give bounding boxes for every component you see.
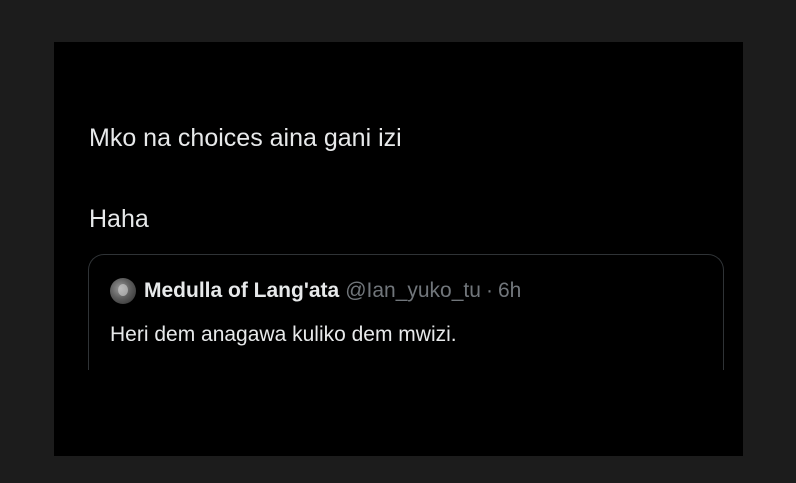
avatar[interactable] [110,278,136,304]
quoted-tweet-text: Heri dem anagawa kuliko dem mwizi. [110,323,457,346]
quoted-display-name[interactable]: Medulla of Lang'ata [144,279,339,303]
tweet-card: Mko na choices aina gani izi Haha Medull… [54,42,743,456]
tweet-text-line-1: Mko na choices aina gani izi [89,124,402,152]
quoted-timestamp[interactable]: 6h [498,279,521,303]
quoted-tweet-header: Medulla of Lang'ata @Ian_yuko_tu · 6h [110,278,521,304]
quoted-handle[interactable]: @Ian_yuko_tu [345,279,481,303]
tweet-text-line-2: Haha [89,205,149,233]
quoted-tweet[interactable]: Medulla of Lang'ata @Ian_yuko_tu · 6h He… [88,254,724,370]
separator-dot: · [485,279,493,302]
screenshot-frame: Mko na choices aina gani izi Haha Medull… [0,0,796,483]
